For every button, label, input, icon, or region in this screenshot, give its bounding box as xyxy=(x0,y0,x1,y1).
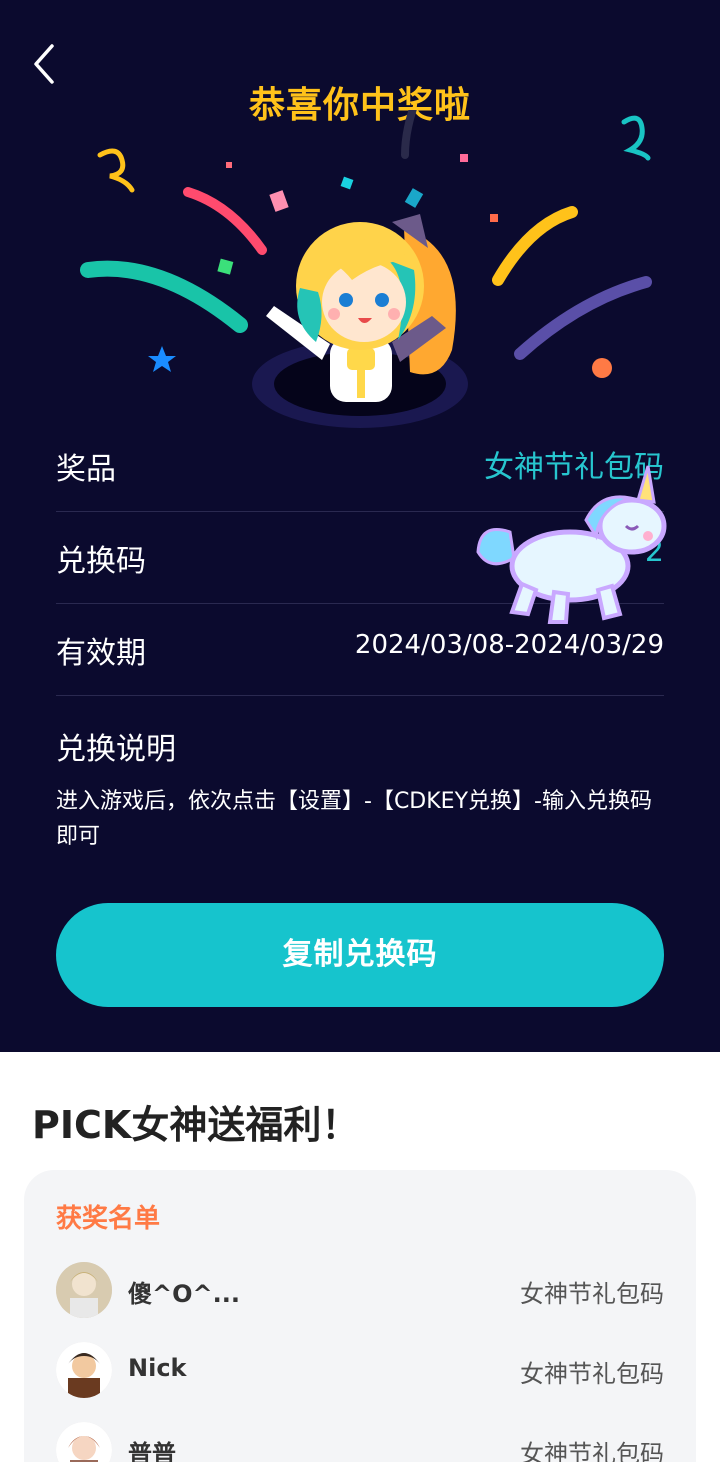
copy-code-button[interactable]: 复制兑换码 xyxy=(56,903,664,1007)
confetti-ribbon-green xyxy=(80,260,248,333)
winner-prize: 女神节礼包码 xyxy=(520,1440,664,1462)
unicorn-sticker[interactable] xyxy=(470,462,670,632)
prize-panel: 恭喜你中奖啦 奖品 女神节礼包码 兑换码 2 有效期 2024/03/08-20… xyxy=(0,0,720,1052)
list-item[interactable]: 傻^O^... 女神节礼包码 xyxy=(56,1262,664,1322)
star-blue xyxy=(148,346,176,372)
prize-label: 奖品 xyxy=(56,452,116,487)
confetti-pink-small-2 xyxy=(226,162,232,168)
winner-prize: 女神节礼包码 xyxy=(520,1280,664,1308)
confetti-pink-small xyxy=(460,154,468,162)
winner-prize: 女神节礼包码 xyxy=(520,1360,664,1388)
validity-label: 有效期 xyxy=(56,636,146,671)
redeem-instructions-text: 进入游戏后，依次点击【设置】-【CDKEY兑换】-输入兑换码即可 xyxy=(56,789,652,849)
validity-value: 2024/03/08-2024/03/29 xyxy=(354,630,664,660)
confetti-orange-dot xyxy=(592,358,612,378)
list-item[interactable]: 普普 女神节礼包码 xyxy=(56,1422,664,1462)
confetti-ribbon-purple xyxy=(514,276,652,360)
avatar xyxy=(56,1422,112,1462)
winner-name: 傻^O^... xyxy=(128,1280,240,1308)
section-title: PICK女神送福利！ xyxy=(32,1103,360,1147)
winner-name: Nick xyxy=(128,1354,187,1382)
redeem-instructions-title: 兑换说明 xyxy=(56,732,176,767)
winners-card: 获奖名单 傻^O^... 女神节礼包码 Nick 女神节礼包码 普普 女神节礼包… xyxy=(24,1170,696,1462)
confetti-squiggle-teal xyxy=(621,115,651,161)
confetti-pink-piece xyxy=(269,190,289,212)
confetti-cyan-small xyxy=(340,176,354,190)
winner-name: 普普 xyxy=(128,1440,176,1462)
confetti-teal-piece xyxy=(404,188,424,208)
celebration-illustration xyxy=(80,110,652,428)
status-bar xyxy=(0,0,720,10)
confetti-green-square xyxy=(217,258,234,275)
code-label: 兑换码 xyxy=(56,544,146,579)
confetti-ribbon-yellow xyxy=(492,206,578,286)
winners-title: 获奖名单 xyxy=(56,1204,161,1234)
confetti-ribbon-grey xyxy=(401,110,417,159)
confetti-red-small xyxy=(490,214,498,222)
confetti-ribbon-red xyxy=(183,187,267,255)
avatar xyxy=(56,1342,112,1398)
confetti-squiggle-yellow xyxy=(97,148,135,193)
list-item[interactable]: Nick 女神节礼包码 xyxy=(56,1342,664,1402)
avatar xyxy=(56,1262,112,1318)
